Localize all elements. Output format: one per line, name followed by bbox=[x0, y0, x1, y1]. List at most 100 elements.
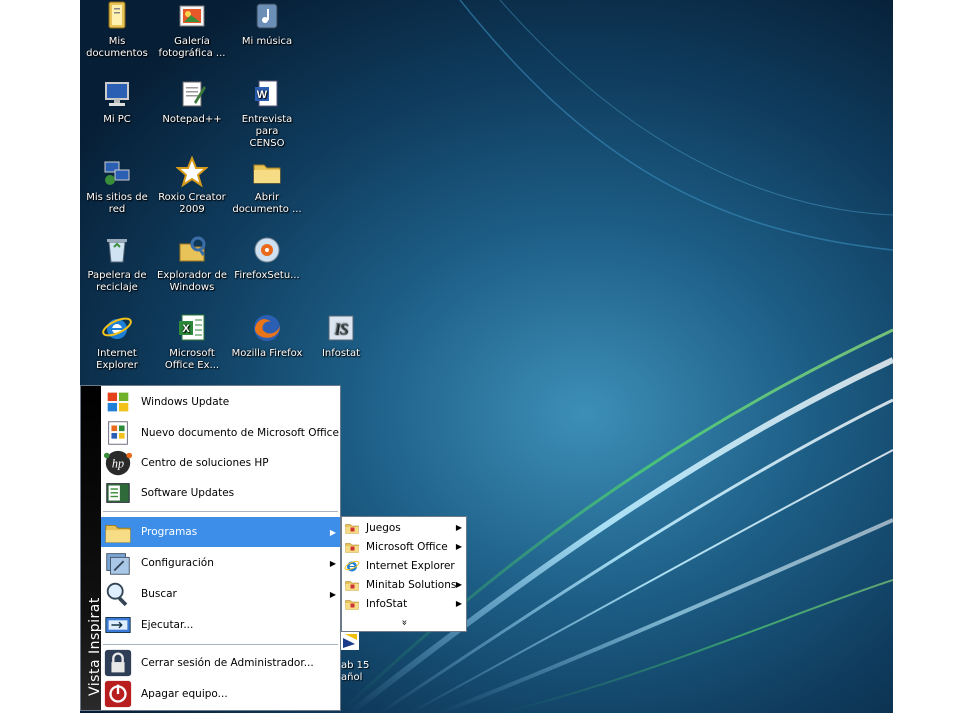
computer-icon bbox=[101, 78, 133, 110]
settings-icon bbox=[103, 548, 133, 578]
hidden-desktop-icon[interactable]: ab 15 añol bbox=[341, 632, 381, 712]
firefox-setup-icon bbox=[251, 234, 283, 266]
recycle-bin-icon bbox=[101, 234, 133, 266]
desktop-icon-label: Galería fotográfica ... bbox=[158, 36, 226, 59]
start-menu-item[interactable]: Cerrar sesión de Administrador... bbox=[101, 648, 340, 678]
start-menu-item[interactable]: Windows Update bbox=[101, 387, 340, 417]
desktop-icon-label: Mi PC bbox=[103, 114, 131, 125]
desktop-icon[interactable]: Mis documentos bbox=[80, 0, 154, 60]
programs-submenu-item-label: Internet Explorer bbox=[366, 559, 455, 572]
svg-text:X: X bbox=[182, 323, 190, 335]
new-office-document-icon bbox=[103, 418, 133, 448]
desktop-icon-label: Internet Explorer bbox=[96, 348, 138, 371]
desktop-icon[interactable]: IS Infostat bbox=[304, 312, 378, 360]
desktop-icon-label: Infostat bbox=[321, 348, 361, 359]
start-menu-item-label: Apagar equipo... bbox=[141, 688, 228, 700]
desktop-icon[interactable]: Internet Explorer bbox=[80, 312, 154, 372]
program-group-folder-icon bbox=[344, 520, 360, 536]
programs-submenu-item[interactable]: Microsoft Office ▶ bbox=[342, 537, 466, 556]
svg-text:IS: IS bbox=[333, 321, 347, 338]
submenu-arrow-icon: ▶ bbox=[455, 523, 462, 532]
programs-submenu-item[interactable]: Minitab Solutions ▶ bbox=[342, 575, 466, 594]
start-menu-item-label: Centro de soluciones HP bbox=[141, 457, 269, 469]
start-menu-item-label: Windows Update bbox=[141, 396, 230, 408]
desktop-icon[interactable]: Roxio Creator 2009 bbox=[155, 155, 229, 216]
desktop-icon[interactable]: Papelera de reciclaje bbox=[80, 234, 154, 294]
programs-submenu-item[interactable]: InfoStat ▶ bbox=[342, 594, 466, 613]
internet-explorer-icon bbox=[101, 312, 133, 344]
svg-text:hp: hp bbox=[112, 457, 124, 471]
power-icon bbox=[103, 679, 133, 709]
minitab-icon bbox=[341, 632, 359, 650]
program-group-folder-icon bbox=[344, 596, 360, 612]
start-menu-item[interactable]: Software Updates bbox=[101, 478, 340, 508]
start-menu-item-label: Nuevo documento de Microsoft Office bbox=[141, 427, 339, 439]
programs-folder-icon bbox=[103, 517, 133, 547]
desktop-icon[interactable]: Mis sitios de red bbox=[80, 156, 154, 216]
svg-text:W: W bbox=[257, 89, 268, 101]
submenu-arrow-icon: ▶ bbox=[329, 527, 336, 537]
desktop-icon[interactable]: FirefoxSetu... bbox=[230, 234, 304, 282]
start-menu: Vista Inspirat Windows Update Nuevo docum… bbox=[80, 385, 341, 711]
run-icon bbox=[103, 610, 133, 640]
submenu-arrow-icon: ▶ bbox=[329, 558, 336, 568]
desktop-icon[interactable]: Mi PC bbox=[80, 78, 154, 126]
start-menu-item[interactable]: Ejecutar... bbox=[101, 610, 340, 640]
music-folder-icon bbox=[251, 0, 283, 32]
submenu-arrow-icon: ▶ bbox=[455, 542, 462, 551]
start-menu-item-label: Cerrar sesión de Administrador... bbox=[141, 657, 314, 669]
start-menu-item-label: Ejecutar... bbox=[141, 619, 194, 631]
desktop-icon[interactable]: W Entrevista para CENSO bbox=[230, 78, 304, 150]
programs-submenu-item-label: Minitab Solutions bbox=[366, 578, 457, 591]
programs-submenu-item[interactable]: Juegos ▶ bbox=[342, 518, 466, 537]
desktop-icon-label: Mis documentos bbox=[86, 36, 148, 59]
programs-submenu-item-label: InfoStat bbox=[366, 597, 408, 610]
submenu-arrow-icon: ▶ bbox=[455, 580, 462, 589]
desktop-icon-label: Notepad++ bbox=[162, 114, 222, 125]
start-menu-item[interactable]: Configuración ▶ bbox=[101, 548, 340, 578]
internet-explorer-icon bbox=[344, 558, 360, 574]
hp-solution-center-icon: hp bbox=[103, 448, 133, 478]
hidden-icon-label: ab 15 añol bbox=[341, 660, 370, 683]
desktop-icon-label: Papelera de reciclaje bbox=[87, 270, 147, 293]
programs-submenu-item-label: Microsoft Office bbox=[366, 540, 448, 553]
desktop-icon-label: Entrevista para CENSO bbox=[241, 114, 293, 149]
desktop-icon[interactable]: Explorador de Windows bbox=[155, 234, 229, 294]
menu-separator bbox=[103, 644, 338, 645]
start-menu-item[interactable]: Apagar equipo... bbox=[101, 679, 340, 709]
photo-gallery-icon bbox=[176, 0, 208, 32]
programs-submenu-item[interactable]: Internet Explorer bbox=[342, 556, 466, 575]
start-menu-item[interactable]: hp Centro de soluciones HP bbox=[101, 448, 340, 478]
start-menu-item-label: Buscar bbox=[141, 588, 177, 600]
word-document-icon: W bbox=[251, 78, 283, 110]
expand-menu-chevron-icon[interactable]: » bbox=[395, 614, 414, 632]
programs-submenu-item-label: Juegos bbox=[366, 521, 401, 534]
logoff-lock-icon bbox=[103, 648, 133, 678]
desktop-icon-label: Mi música bbox=[241, 36, 293, 47]
infostat-icon: IS bbox=[325, 312, 357, 344]
desktop-icon[interactable]: Notepad++ bbox=[155, 78, 229, 126]
start-menu-item[interactable]: Nuevo documento de Microsoft Office bbox=[101, 418, 340, 448]
search-icon bbox=[103, 579, 133, 609]
software-updates-icon bbox=[103, 478, 133, 508]
desktop-icon[interactable]: Mozilla Firefox bbox=[230, 312, 304, 360]
program-group-folder-icon bbox=[344, 539, 360, 555]
desktop-icon-label: Mis sitios de red bbox=[86, 192, 148, 215]
desktop-icon[interactable]: Mi música bbox=[230, 0, 304, 48]
desktop-icon[interactable]: Galería fotográfica ... bbox=[155, 0, 229, 60]
desktop-icon[interactable]: Abrir documento ... bbox=[230, 156, 304, 216]
start-menu-item[interactable]: Buscar ▶ bbox=[101, 579, 340, 609]
excel-icon: X bbox=[176, 312, 208, 344]
start-menu-sidebar: Vista Inspirat bbox=[81, 386, 103, 710]
desktop-icon[interactable]: X Microsoft Office Ex... bbox=[155, 312, 229, 372]
desktop-icon-label: Mozilla Firefox bbox=[231, 348, 303, 359]
open-document-folder-icon bbox=[251, 156, 283, 188]
desktop-icon-label: Roxio Creator 2009 bbox=[158, 192, 226, 215]
desktop-icon-label: Abrir documento ... bbox=[232, 192, 302, 215]
firefox-icon bbox=[251, 312, 283, 344]
network-places-icon bbox=[101, 156, 133, 188]
programs-submenu: Juegos ▶ Microsoft Office ▶ Internet Explore… bbox=[341, 516, 467, 632]
desktop-icon-label: FirefoxSetu... bbox=[234, 270, 300, 281]
roxio-star-icon bbox=[175, 155, 209, 188]
start-menu-item[interactable]: Programas ▶ bbox=[101, 517, 340, 547]
